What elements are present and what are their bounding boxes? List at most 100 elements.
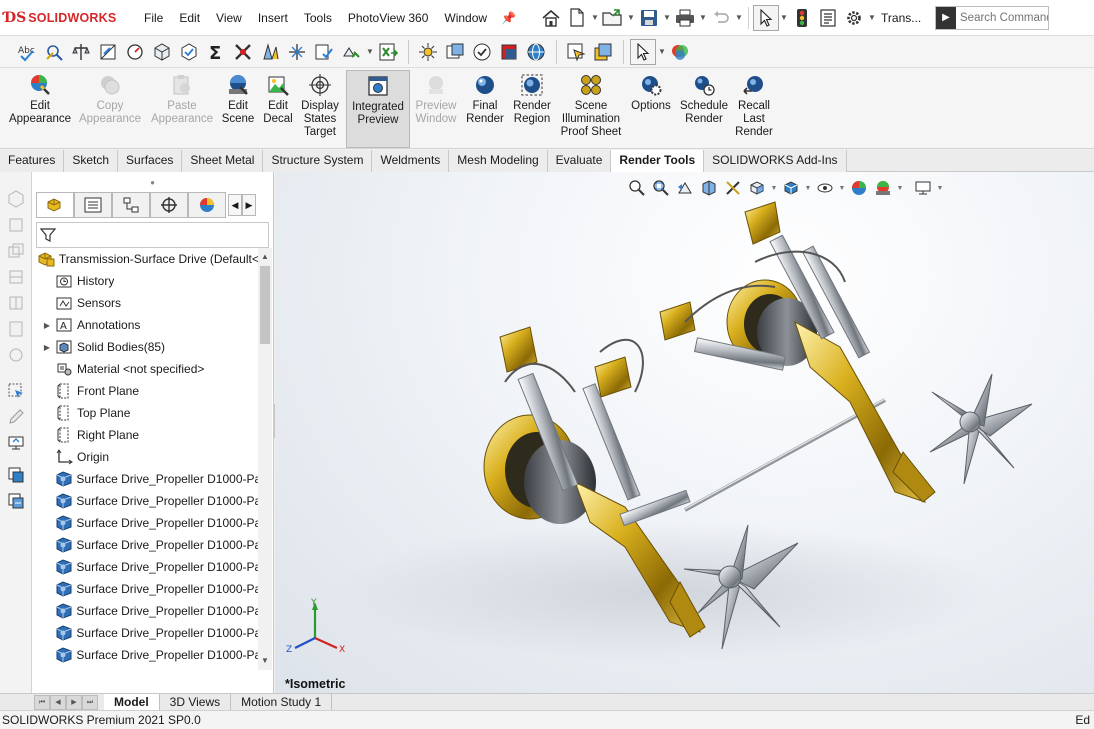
component-outline-icon[interactable]: [0, 238, 32, 264]
menu-insert[interactable]: Insert: [250, 0, 296, 36]
scene-illumination-proof-sheet-button[interactable]: Scene Illumination Proof Sheet: [556, 70, 626, 148]
graphics-area[interactable]: ▼ ▼ ▼ ▼ ▼ Y X Z *Isometric: [275, 172, 1094, 693]
edit-scene-button[interactable]: Edit Scene: [218, 70, 258, 148]
scroll-thumb[interactable]: [260, 266, 270, 344]
layer-outline-icon[interactable]: [0, 264, 32, 290]
home-icon[interactable]: [538, 5, 564, 31]
check-part-icon[interactable]: [149, 39, 175, 65]
decal-icon[interactable]: [442, 39, 468, 65]
tab-features[interactable]: Features: [0, 150, 65, 172]
solidworks-logo[interactable]: ƊS SOLIDWORKS: [0, 0, 136, 36]
tree-item[interactable]: Surface Drive_Propeller D1000-Pa: [32, 490, 258, 512]
edit-appearance-button[interactable]: Edit Appearance: [6, 70, 74, 148]
paste-appearance-button[interactable]: Paste Appearance: [146, 70, 218, 148]
pane-grip-icon[interactable]: ●: [32, 172, 273, 192]
draft-analysis-icon[interactable]: [257, 39, 283, 65]
tab-scroll-right-icon[interactable]: ▶: [242, 194, 256, 216]
paste-view-icon[interactable]: [0, 488, 32, 514]
tree-item[interactable]: Surface Drive_Propeller D1000-Pa: [32, 600, 258, 622]
tree-item[interactable]: Origin: [32, 446, 258, 468]
first-tab-icon[interactable]: ⏮: [34, 694, 50, 710]
appearance-icon[interactable]: [667, 39, 693, 65]
tree-scrollbar[interactable]: ▲ ▼: [258, 248, 272, 670]
select-tool-icon[interactable]: [630, 38, 656, 65]
tab-3d-views[interactable]: 3D Views: [160, 693, 232, 711]
tree-item[interactable]: Surface Drive_Propeller D1000-Pa: [32, 468, 258, 490]
scroll-up-icon[interactable]: ▲: [258, 250, 272, 264]
display-monitor-icon[interactable]: [0, 430, 32, 456]
geometry-analysis-icon[interactable]: [176, 39, 202, 65]
tree-item[interactable]: Surface Drive_Propeller D1000-Pa: [32, 512, 258, 534]
tab-mesh-modeling[interactable]: Mesh Modeling: [449, 150, 548, 172]
check-icon[interactable]: [469, 39, 495, 65]
displaymanager-tab-icon[interactable]: [188, 192, 226, 218]
part-outline-icon[interactable]: [0, 186, 32, 212]
tree-item[interactable]: Top Plane: [32, 402, 258, 424]
surface-drive-model-render[interactable]: [275, 172, 1094, 693]
pin-icon[interactable]: 📌: [501, 11, 516, 25]
scroll-down-icon[interactable]: ▼: [258, 654, 272, 668]
expand-arrow-icon[interactable]: ▶: [40, 343, 54, 352]
print-dropdown-icon[interactable]: ▼: [698, 13, 708, 22]
tree-item[interactable]: Surface Drive_Propeller D1000-Pa: [32, 556, 258, 578]
selection-tool-icon[interactable]: [0, 378, 32, 404]
edit-decal-button[interactable]: Edit Decal: [258, 70, 298, 148]
tab-structure-system[interactable]: Structure System: [263, 150, 373, 172]
interference-detection-icon[interactable]: [230, 39, 256, 65]
select-dropdown-icon[interactable]: ▼: [779, 13, 789, 22]
last-tab-icon[interactable]: ⏭: [82, 694, 98, 710]
options-button[interactable]: Options: [626, 70, 676, 148]
check-sketch-icon[interactable]: [311, 39, 337, 65]
tree-item[interactable]: ▶ A Annotations: [32, 314, 258, 336]
menu-photoview[interactable]: PhotoView 360: [340, 0, 437, 36]
copy-view-icon[interactable]: [0, 462, 32, 488]
display-pane-icon[interactable]: [590, 39, 616, 65]
globe-icon[interactable]: [523, 39, 549, 65]
tab-model[interactable]: Model: [104, 693, 160, 711]
sensor-icon[interactable]: [122, 39, 148, 65]
tree-item[interactable]: Front Plane: [32, 380, 258, 402]
new-dropdown-icon[interactable]: ▼: [590, 13, 600, 22]
tab-weldments[interactable]: Weldments: [372, 150, 450, 172]
options-gear-icon[interactable]: [841, 5, 867, 31]
menu-file[interactable]: File: [136, 0, 171, 36]
tab-sheet-metal[interactable]: Sheet Metal: [182, 150, 264, 172]
tab-solidworks-add-ins[interactable]: SOLIDWORKS Add-Ins: [704, 150, 847, 172]
new-document-icon[interactable]: [564, 5, 590, 31]
assembly-outline-icon[interactable]: [0, 212, 32, 238]
recall-last-render-button[interactable]: Recall Last Render: [732, 70, 776, 148]
display-states-target-button[interactable]: Display States Target: [298, 70, 342, 148]
tree-item[interactable]: Surface Drive_Propeller D1000-Pa: [32, 534, 258, 556]
symmetry-check-icon[interactable]: [338, 39, 364, 65]
final-render-button[interactable]: Final Render: [462, 70, 508, 148]
drawing-outline-icon[interactable]: [0, 316, 32, 342]
tree-item[interactable]: Material <not specified>: [32, 358, 258, 380]
tree-item[interactable]: Sensors: [32, 292, 258, 314]
open-dropdown-icon[interactable]: ▼: [626, 13, 636, 22]
menu-edit[interactable]: Edit: [171, 0, 208, 36]
evaluate-dropdown-icon[interactable]: ▼: [365, 47, 375, 56]
render-region-button[interactable]: Render Region: [508, 70, 556, 148]
undercut-analysis-icon[interactable]: [284, 39, 310, 65]
search-command-box[interactable]: ▶: [935, 5, 1050, 30]
edit-sketch-icon[interactable]: [0, 404, 32, 430]
hide-show-icon[interactable]: [563, 39, 589, 65]
section-properties-icon[interactable]: [95, 39, 121, 65]
search-input[interactable]: [956, 11, 1049, 24]
command-search-icon[interactable]: ▶: [936, 6, 957, 29]
open-folder-icon[interactable]: [600, 5, 626, 31]
file-properties-icon[interactable]: [815, 5, 841, 31]
tab-surfaces[interactable]: Surfaces: [118, 150, 183, 172]
menu-tools[interactable]: Tools: [296, 0, 340, 36]
dimxpert-tab-icon[interactable]: [150, 192, 188, 218]
tab-sketch[interactable]: Sketch: [64, 150, 119, 172]
export-excel-icon[interactable]: [375, 39, 401, 65]
save-icon[interactable]: [636, 5, 662, 31]
schedule-render-button[interactable]: Schedule Render: [676, 70, 732, 148]
tree-item[interactable]: Surface Drive_Propeller D1000-Pa: [32, 578, 258, 600]
tree-filter-field[interactable]: [36, 222, 269, 248]
preview-window-button[interactable]: Preview Window: [410, 70, 462, 148]
integrated-preview-button[interactable]: Integrated Preview: [346, 70, 410, 148]
tab-render-tools[interactable]: Render Tools: [611, 150, 705, 172]
tree-item[interactable]: Right Plane: [32, 424, 258, 446]
